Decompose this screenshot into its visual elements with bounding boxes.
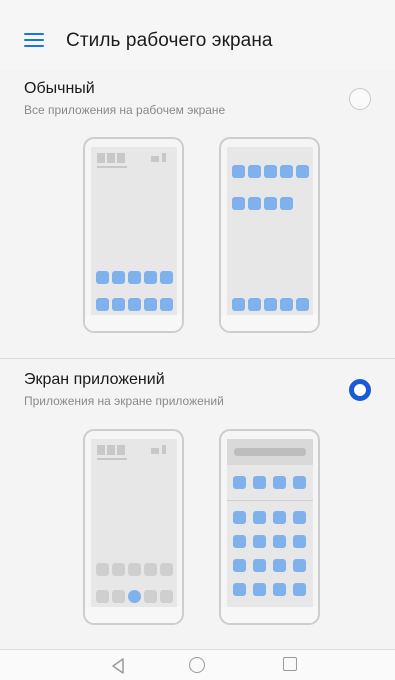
hamburger-menu-icon[interactable]	[24, 33, 44, 47]
preview-screen	[227, 439, 313, 609]
drawer-home-preview[interactable]	[83, 429, 184, 625]
option-app-drawer[interactable]: Экран приложений Приложения на экране пр…	[0, 359, 395, 649]
page-title: Стиль рабочего экрана	[66, 30, 273, 51]
standard-home-preview[interactable]	[83, 137, 184, 333]
back-triangle-icon[interactable]	[109, 657, 127, 675]
option-app-drawer-description: Приложения на экране приложений	[24, 394, 224, 408]
home-circle-icon[interactable]	[189, 657, 207, 675]
preview-screen	[91, 147, 177, 317]
option-standard-radio[interactable]	[349, 88, 371, 110]
standard-second-page-preview[interactable]	[219, 137, 320, 333]
option-standard-title: Обычный	[24, 80, 95, 97]
system-nav-bar	[0, 649, 395, 680]
app-drawer-button-icon	[128, 590, 141, 603]
preview-screen	[91, 439, 177, 609]
app-header: Стиль рабочего экрана	[0, 0, 395, 70]
option-standard[interactable]: Обычный Все приложения на рабочем экране	[0, 70, 395, 358]
recent-square-icon[interactable]	[283, 657, 301, 675]
option-app-drawer-title: Экран приложений	[24, 371, 165, 388]
option-app-drawer-radio[interactable]	[349, 379, 371, 401]
drawer-apps-preview[interactable]	[219, 429, 320, 625]
option-standard-description: Все приложения на рабочем экране	[24, 103, 226, 117]
preview-screen	[227, 147, 313, 317]
